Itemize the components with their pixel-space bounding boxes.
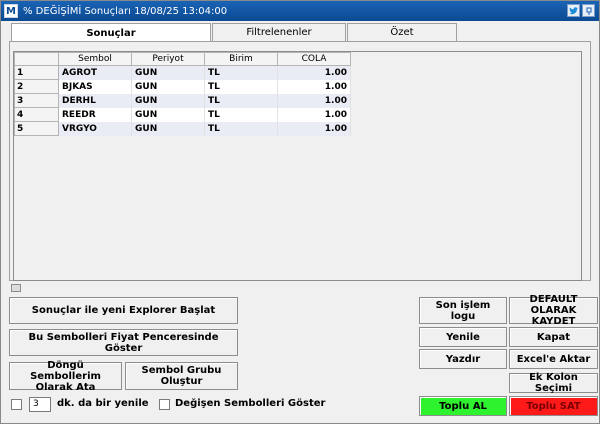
toplu-al-button[interactable]: Toplu AL: [419, 396, 507, 416]
cell-sembol: REEDR: [58, 107, 132, 122]
cell-sembol: AGROT: [58, 65, 132, 80]
table-row[interactable]: 3 DERHL GUN TL 1.00: [14, 93, 351, 108]
refresh-interval-label: dk. da bir yenile: [57, 398, 149, 409]
tab-ozet[interactable]: Özet: [347, 23, 457, 41]
cell-sembol: VRGYO: [58, 121, 132, 136]
tab-filtrelenenler[interactable]: Filtrelenenler: [212, 23, 346, 41]
table-row[interactable]: 5 VRGYO GUN TL 1.00: [14, 121, 351, 136]
son-islem-logu-button[interactable]: Son işlem logu: [419, 297, 507, 324]
sembol-grubu-button[interactable]: Sembol Grubu Oluştur: [125, 362, 238, 390]
result-tabs: Sonuçlar Filtrelenenler Özet: [11, 23, 458, 42]
table-row[interactable]: 2 BJKAS GUN TL 1.00: [14, 79, 351, 94]
toplu-sat-button[interactable]: Toplu SAT: [509, 396, 598, 416]
cell-sembol: DERHL: [58, 93, 132, 108]
app-logo-icon: M: [4, 4, 18, 18]
changed-symbols-checkbox[interactable]: [159, 399, 170, 410]
cell-periyot: GUN: [131, 79, 205, 94]
fiyat-penceresi-button[interactable]: Bu Sembolleri Fiyat Penceresinde Göster: [9, 329, 238, 356]
pin-icon[interactable]: [582, 4, 595, 17]
cell-birim: TL: [204, 93, 278, 108]
title-bar[interactable]: M % DEĞİŞİMİ Sonuçları 18/08/25 13:04:00: [1, 1, 599, 21]
auto-refresh-checkbox[interactable]: [11, 399, 22, 410]
cell-birim: TL: [204, 121, 278, 136]
cell-cola: 1.00: [277, 121, 351, 136]
default-kaydet-button[interactable]: DEFAULT OLARAK KAYDET: [509, 294, 598, 327]
row-number-header: [14, 52, 59, 66]
row-number: 4: [14, 107, 59, 122]
excel-aktar-button[interactable]: Excel'e Aktar: [509, 349, 598, 369]
cell-sembol: BJKAS: [58, 79, 132, 94]
column-header-cola[interactable]: COLA: [277, 52, 351, 66]
cell-birim: TL: [204, 79, 278, 94]
row-number: 1: [14, 65, 59, 80]
explorer-button[interactable]: Sonuçlar ile yeni Explorer Başlat: [9, 297, 238, 324]
window-title: % DEĞİŞİMİ Sonuçları 18/08/25 13:04:00: [23, 5, 228, 17]
refresh-interval-input[interactable]: 3: [29, 397, 51, 412]
results-window: M % DEĞİŞİMİ Sonuçları 18/08/25 13:04:00…: [0, 0, 600, 424]
results-table: Sembol Periyot Birim COLA 1 AGROT GUN TL 1.0…: [14, 52, 351, 136]
column-header-birim[interactable]: Birim: [204, 52, 278, 66]
yenile-button[interactable]: Yenile: [419, 327, 507, 347]
cell-cola: 1.00: [277, 79, 351, 94]
cell-cola: 1.00: [277, 65, 351, 80]
tab-content: Sembol Periyot Birim COLA 1 AGROT GUN TL 1.0…: [9, 41, 591, 281]
row-number: 3: [14, 93, 59, 108]
twitter-icon[interactable]: [567, 4, 580, 17]
cell-periyot: GUN: [131, 107, 205, 122]
cell-birim: TL: [204, 107, 278, 122]
tab-sonuclar[interactable]: Sonuçlar: [11, 23, 211, 42]
ek-kolon-secimi-button[interactable]: Ek Kolon Seçimi: [509, 372, 598, 394]
row-number: 2: [14, 79, 59, 94]
cell-periyot: GUN: [131, 93, 205, 108]
cell-periyot: GUN: [131, 121, 205, 136]
cell-periyot: GUN: [131, 65, 205, 80]
dongu-sembolleri-button[interactable]: Döngü Sembollerim Olarak Ata: [9, 360, 122, 393]
row-number: 5: [14, 121, 59, 136]
results-grid: Sembol Periyot Birim COLA 1 AGROT GUN TL 1.0…: [13, 51, 582, 281]
table-row[interactable]: 1 AGROT GUN TL 1.00: [14, 65, 351, 80]
table-row[interactable]: 4 REEDR GUN TL 1.00: [14, 107, 351, 122]
collapse-icon[interactable]: [11, 284, 21, 292]
cell-birim: TL: [204, 65, 278, 80]
column-header-sembol[interactable]: Sembol: [58, 52, 132, 66]
changed-symbols-label: Değişen Sembolleri Göster: [175, 398, 326, 409]
cell-cola: 1.00: [277, 107, 351, 122]
cell-cola: 1.00: [277, 93, 351, 108]
column-header-periyot[interactable]: Periyot: [131, 52, 205, 66]
yazdir-button[interactable]: Yazdır: [419, 349, 507, 369]
kapat-button[interactable]: Kapat: [509, 327, 598, 347]
